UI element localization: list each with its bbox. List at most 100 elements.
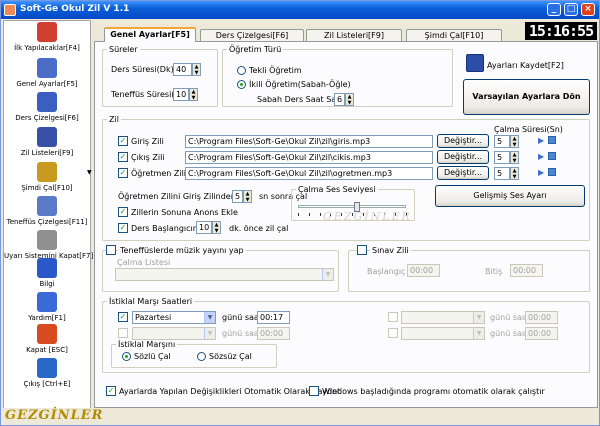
anons-label: Zillerin Sonuna Anons Ekle: [131, 208, 238, 217]
tab-zil-listeleri[interactable]: Zil Listeleri[F9]: [306, 29, 402, 41]
sidebar-item-ders-cizelgesi[interactable]: Ders Çizelgesi[F6]: [4, 92, 90, 123]
spinner-arrows-icon[interactable]: ▲ ▼: [510, 135, 519, 148]
spinner-arrows-icon[interactable]: ▲ ▼: [189, 88, 198, 101]
play-icon[interactable]: ▶: [538, 152, 546, 161]
giris-zili-change-button[interactable]: Değiştir...: [437, 134, 489, 148]
play-icon[interactable]: ▶: [538, 136, 546, 145]
sidebar-item-teneffus-cizelgesi[interactable]: Teneffüs Çizelgesi[F11]: [4, 196, 90, 227]
ders-baslangic-value[interactable]: 10: [196, 221, 212, 234]
maximize-button[interactable]: □: [564, 3, 578, 16]
cikis-zili-seconds-value[interactable]: 5: [494, 151, 510, 164]
ogretmen-zili-change-button[interactable]: Değiştir...: [437, 166, 489, 180]
istiklal-row1-day-select[interactable]: Pazartesi ▼: [132, 311, 216, 324]
sinav-zili-checkbox[interactable]: [357, 245, 367, 255]
reset-defaults-label: Varsayılan Ayarlara Dön: [472, 92, 581, 101]
ogretmen-zili-path[interactable]: C:\Program Files\Soft-Ge\Okul Zil\zil\og…: [185, 167, 433, 180]
sidebar-item-cikis[interactable]: Çıkış [Ctrl+E]: [4, 358, 90, 389]
advanced-sound-button[interactable]: Gelişmiş Ses Ayarı: [435, 185, 585, 207]
istiklal-row3-day-select[interactable]: ▼: [401, 311, 485, 324]
calendar-icon: [37, 92, 57, 112]
spinner-arrows-icon[interactable]: ▲ ▼: [243, 190, 252, 203]
teneffus-muzik-checkbox[interactable]: [106, 245, 116, 255]
stop-icon[interactable]: [548, 136, 556, 144]
istiklal-marsi-legend: İstiklal Marşını: [118, 340, 176, 349]
chevron-down-icon: ▼: [473, 312, 484, 323]
ogretmen-zili-checkbox[interactable]: ✓: [118, 168, 128, 178]
cikis-zili-checkbox[interactable]: ✓: [118, 152, 128, 162]
spinner-arrows-icon[interactable]: ▲ ▼: [510, 151, 519, 164]
cikis-zili-path[interactable]: C:\Program Files\Soft-Ge\Okul Zil\zil\ci…: [185, 151, 433, 164]
sidebar-item-zil-listeleri[interactable]: Zil Listeleri[F9]: [4, 127, 90, 158]
sidebar-item-yardim[interactable]: Yardım[F1]: [4, 292, 90, 323]
sabah-ders-saat-value[interactable]: 6: [334, 93, 345, 106]
sidebar-item-uyari-kapat[interactable]: Uyarı Sistemini Kapat[F7]: [4, 230, 93, 261]
istiklal-row2-day-select[interactable]: ▼: [132, 327, 216, 340]
calma-listesi-select[interactable]: ▼: [115, 268, 334, 281]
floppy-disk-icon[interactable]: [466, 54, 484, 72]
tab-simdi-cal[interactable]: Şimdi Çal[F10]: [406, 29, 502, 41]
istiklal-row1-time[interactable]: 00:17: [257, 311, 290, 324]
istiklal-row3-time[interactable]: 00:00: [525, 311, 558, 324]
spinner-arrows-icon[interactable]: ▲ ▼: [212, 221, 221, 234]
auto-save-label: Ayarlarda Yapılan Değişiklikleri Otomati…: [119, 387, 341, 396]
chevron-down-icon: ▼: [322, 269, 333, 280]
ders-baslangic-suffix: dk. önce zil çal: [229, 224, 289, 233]
spinner-arrows-icon[interactable]: ▲ ▼: [192, 63, 201, 76]
sidebar-item-ilk-yapilacaklar[interactable]: İlk Yapılacaklar[F4]: [4, 22, 90, 53]
ders-suresi-value[interactable]: 40: [173, 63, 192, 76]
auto-save-checkbox[interactable]: ✓: [106, 386, 116, 396]
sidebar-scroll-arrow-icon[interactable]: ▼: [87, 169, 92, 176]
tab-genel-ayarlar[interactable]: Genel Ayarlar[F5]: [104, 27, 196, 42]
spinner-arrows-icon[interactable]: ▲ ▼: [510, 167, 519, 180]
schedule-icon: [37, 196, 57, 216]
stop-icon[interactable]: [548, 168, 556, 176]
istiklal-legend: İstiklal Marşı Saatleri: [109, 297, 193, 306]
stop-icon[interactable]: [548, 152, 556, 160]
anons-checkbox[interactable]: ✓: [118, 207, 128, 217]
save-settings-button[interactable]: Ayarları Kaydet[F2]: [487, 61, 564, 70]
istiklal-row4-time[interactable]: 00:00: [525, 327, 558, 340]
app-window: Soft-Ge Okul Zil V 1.1 _ □ × İlk Yapılac…: [0, 0, 600, 426]
window-title: Soft-Ge Okul Zil V 1.1: [20, 4, 130, 14]
volume-tick: [308, 213, 310, 216]
sidebar-item-genel-ayarlar[interactable]: Genel Ayarlar[F5]: [4, 58, 90, 89]
minimize-button[interactable]: _: [547, 3, 561, 16]
giris-zili-checkbox[interactable]: ✓: [118, 136, 128, 146]
tekli-ogretim-radio[interactable]: [237, 66, 246, 75]
play-icon[interactable]: ▶: [538, 168, 546, 177]
istiklal-row3-checkbox[interactable]: [388, 312, 398, 322]
istiklal-row2-checkbox[interactable]: [118, 328, 128, 338]
giris-zili-label: Giriş Zili: [131, 137, 164, 146]
giris-zili-path[interactable]: C:\Program Files\Soft-Ge\Okul Zil\zil\gi…: [185, 135, 433, 148]
volume-tick: [298, 213, 299, 216]
giris-zili-seconds-value[interactable]: 5: [494, 135, 510, 148]
sidebar-item-bilgi[interactable]: Bilgi: [4, 258, 90, 289]
title-bar[interactable]: Soft-Ge Okul Zil V 1.1 _ □ ×: [1, 1, 599, 19]
close-button[interactable]: ×: [581, 3, 595, 16]
reset-defaults-button[interactable]: Varsayılan Ayarlara Dön: [463, 79, 590, 115]
istiklal-row2-time[interactable]: 00:00: [257, 327, 290, 340]
sinav-bitis-input[interactable]: 00:00: [510, 264, 543, 277]
sidebar-item-simdi-cal[interactable]: Şimdi Çal[F10]: [4, 162, 90, 193]
ogretmen-delay-value[interactable]: 5: [232, 190, 243, 203]
ogretmen-zili-seconds-value[interactable]: 5: [494, 167, 510, 180]
auto-start-checkbox[interactable]: [309, 386, 319, 396]
sozlu-cal-label: Sözlü Çal: [134, 352, 171, 361]
volume-legend: Çalma Ses Seviyesi: [298, 185, 376, 194]
sozlu-cal-radio[interactable]: [122, 352, 131, 361]
istiklal-row4-day-select[interactable]: ▼: [401, 327, 485, 340]
ders-baslangic-checkbox[interactable]: ✓: [118, 223, 128, 233]
istiklal-row1-checkbox[interactable]: ✓: [118, 312, 128, 322]
ikili-ogretim-radio[interactable]: [237, 80, 246, 89]
ogretim-turu-legend: Öğretim Türü: [229, 45, 282, 54]
sinav-baslangic-label: Başlangıç: [367, 267, 406, 276]
sinav-baslangic-input[interactable]: 00:00: [407, 264, 440, 277]
teneffus-suresi-value[interactable]: 10: [173, 88, 189, 101]
cikis-zili-change-button[interactable]: Değiştir...: [437, 150, 489, 164]
tab-ders-cizelgesi[interactable]: Ders Çizelgesi[F6]: [200, 29, 304, 41]
istiklal-row4-checkbox[interactable]: [388, 328, 398, 338]
volume-slider-track: [298, 205, 406, 208]
spinner-arrows-icon[interactable]: ▲ ▼: [345, 93, 354, 106]
sidebar-item-kapat[interactable]: Kapat [ESC]: [4, 324, 90, 355]
sozsuz-cal-radio[interactable]: [197, 352, 206, 361]
